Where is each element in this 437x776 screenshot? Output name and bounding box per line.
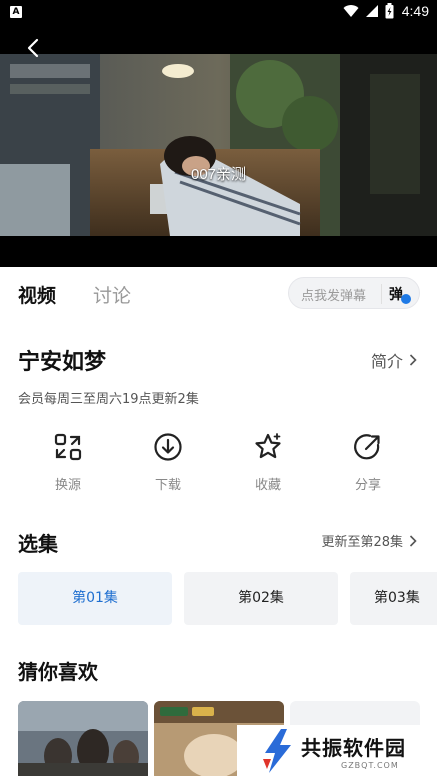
switch-source-label: 换源: [54, 478, 81, 493]
download-label: 下载: [154, 478, 181, 493]
app-notification-icon: A: [10, 6, 22, 18]
episode-item[interactable]: 第01集: [18, 572, 172, 625]
show-title: 宁安如梦: [18, 349, 107, 374]
danmaku-enabled-check-icon: [401, 294, 411, 304]
site-watermark: 共振软件园 GZBQT.COM: [237, 725, 437, 776]
favorite-button[interactable]: 收藏: [233, 432, 303, 493]
share-icon: [354, 434, 380, 460]
video-player[interactable]: 007亲测: [0, 26, 437, 267]
danmaku-divider: [381, 284, 382, 304]
favorite-label: 收藏: [254, 478, 281, 493]
tab-discussion[interactable]: 讨论: [93, 281, 131, 308]
episodes-more-link[interactable]: 更新至第28集: [321, 531, 417, 550]
tab-video[interactable]: 视频: [18, 281, 56, 308]
episodes-update-label: 更新至第28集: [321, 535, 403, 550]
watermark-url: GZBQT.COM: [341, 761, 399, 770]
chevron-right-icon: [409, 354, 417, 366]
video-frame: [0, 54, 437, 236]
video-subtitle: 007亲测: [190, 166, 247, 183]
intro-link[interactable]: 简介: [371, 348, 417, 372]
chevron-right-icon: [409, 534, 417, 547]
episodes-title: 选集: [18, 534, 58, 556]
status-bar: A 4:49: [0, 0, 437, 26]
download-icon: [154, 433, 182, 461]
switch-source-button[interactable]: 换源: [33, 432, 103, 493]
share-label: 分享: [354, 478, 381, 493]
danmaku-placeholder: 点我发弹幕: [301, 289, 367, 304]
share-button[interactable]: 分享: [333, 432, 403, 493]
danmaku-input[interactable]: 点我发弹幕 弹: [288, 277, 420, 309]
switch-source-icon: [54, 433, 82, 461]
wifi-icon: [343, 5, 359, 18]
content-tabs: 视频 讨论 点我发弹幕 弹: [0, 267, 437, 323]
signal-icon: [365, 5, 378, 17]
battery-icon: [385, 3, 394, 19]
star-icon: [255, 433, 281, 459]
download-button[interactable]: 下载: [133, 432, 203, 493]
status-time: 4:49: [401, 3, 429, 19]
back-arrow-icon[interactable]: [22, 36, 46, 60]
watermark-text: 共振软件园: [301, 736, 406, 760]
update-schedule: 会员每周三至周六19点更新2集: [18, 392, 199, 407]
status-icons: 4:49: [343, 3, 429, 19]
episode-item[interactable]: 第02集: [184, 572, 338, 625]
intro-label: 简介: [370, 352, 403, 371]
recommend-card[interactable]: [18, 701, 148, 776]
action-bar: 换源 下载 收藏 分享: [0, 432, 437, 502]
recommend-poster: [18, 701, 148, 776]
episode-item[interactable]: 第03集: [350, 572, 437, 625]
episode-list: 第01集 第02集 第03集: [18, 572, 437, 625]
watermark-logo-icon: [263, 729, 291, 773]
recommend-title: 猜你喜欢: [18, 662, 98, 684]
